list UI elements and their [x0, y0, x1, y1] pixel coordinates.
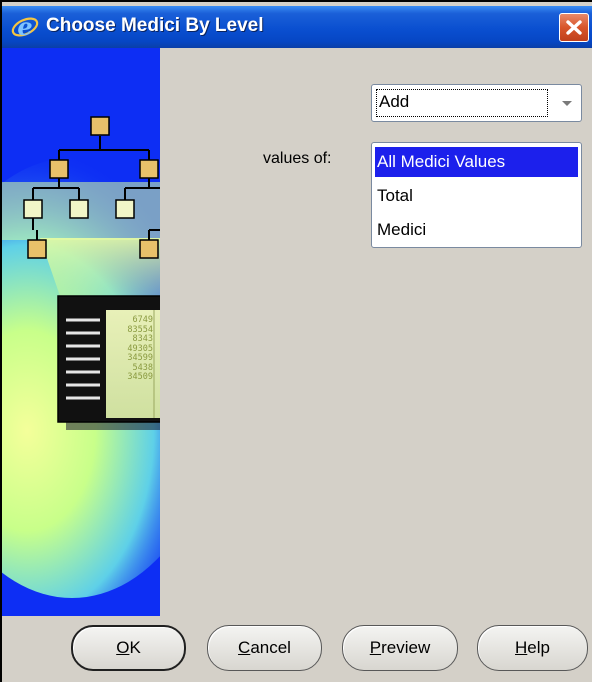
window-title: Choose Medici By Level — [46, 15, 264, 36]
list-item-all-medici-values[interactable]: All Medici Values — [375, 147, 578, 177]
illustration-column-1: 6749 83554 8343 49305 34599 5438 34509 — [127, 315, 153, 382]
chevron-down-icon[interactable] — [555, 88, 579, 118]
dropdown-value: Add — [379, 92, 410, 111]
ok-button[interactable]: OK — [71, 625, 186, 671]
ie-logo-icon: e — [10, 12, 40, 41]
help-button[interactable]: Help — [477, 625, 588, 671]
list-item-medici[interactable]: Medici — [375, 215, 578, 245]
svg-text:e: e — [17, 13, 32, 41]
action-dropdown[interactable]: Add — [371, 84, 582, 122]
cancel-button[interactable]: Cancel — [207, 625, 322, 671]
dialog-window: e Choose Medici By Level 6749 83554 8343… — [0, 0, 592, 682]
values-listbox[interactable]: All Medici Values Total Medici — [371, 142, 582, 248]
close-icon — [566, 20, 582, 35]
title-bar[interactable]: e Choose Medici By Level — [2, 6, 592, 48]
close-button[interactable] — [559, 13, 589, 42]
preview-button[interactable]: Preview — [342, 625, 458, 671]
hierarchy-illustration: 6749 83554 8343 49305 34599 5438 34509 4… — [2, 48, 160, 616]
list-item-total[interactable]: Total — [375, 181, 578, 211]
illustration-column-2: 48306 58435 5789 57389 444483 5643 67483 — [156, 316, 160, 383]
values-of-label: values of: — [263, 150, 332, 167]
